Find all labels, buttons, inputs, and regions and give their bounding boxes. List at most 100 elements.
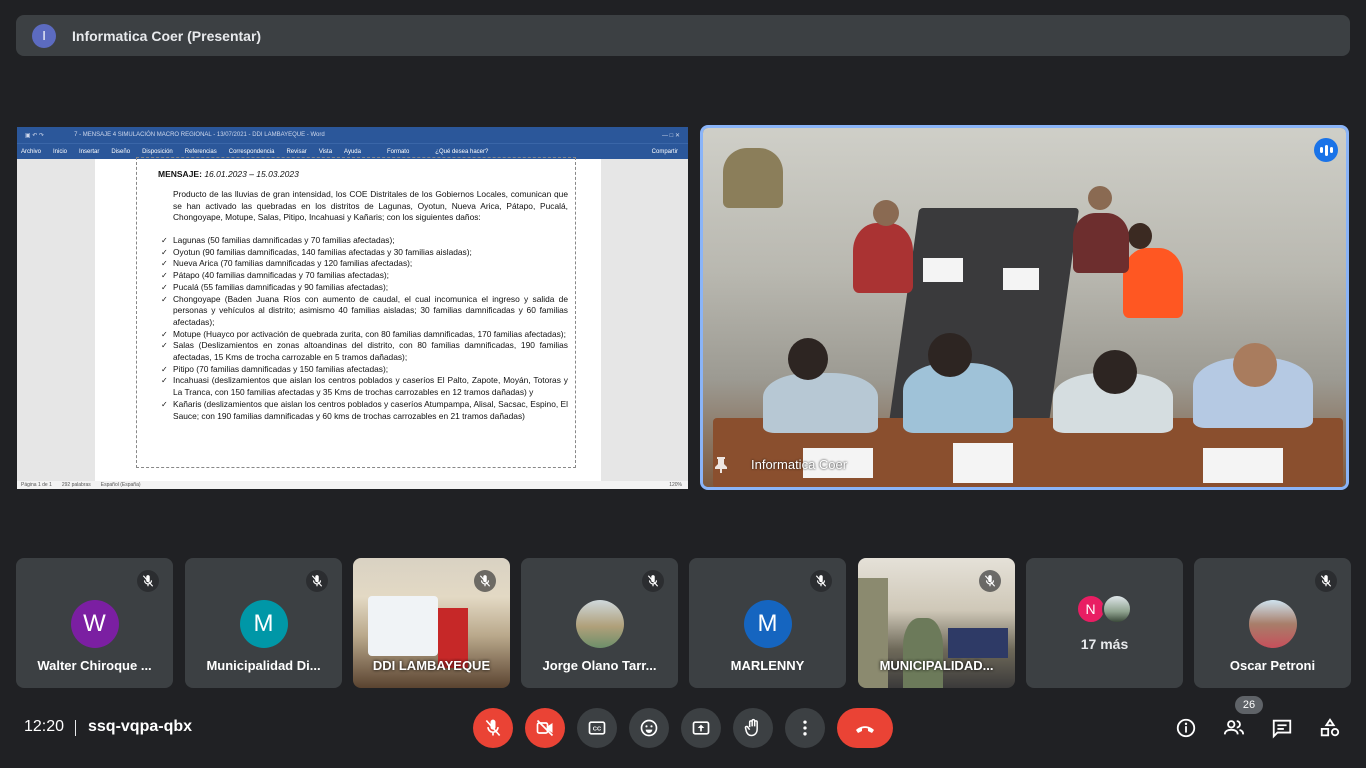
meeting-details-button[interactable] [1174, 716, 1198, 740]
camera-video [703, 128, 1346, 487]
speaking-indicator-icon [1314, 138, 1338, 162]
status-words: 292 palabras [61, 482, 91, 488]
chat-icon [1272, 719, 1292, 739]
participant-name: Jorge Olano Tarr... [542, 658, 657, 673]
person-head [788, 338, 828, 380]
ribbon-tab: Insertar [79, 148, 100, 155]
ribbon-tab: Referencias [184, 148, 217, 155]
person-head [1233, 343, 1277, 387]
person [763, 373, 878, 433]
person-head [928, 333, 972, 377]
reactions-button[interactable] [629, 708, 669, 748]
participant-name: Walter Chiroque ... [37, 658, 152, 673]
participant-tile[interactable]: M Municipalidad Di... [185, 558, 342, 688]
list-item: Kañaris (deslizamientos que aislan los c… [161, 399, 568, 422]
list-item: Pátapo (40 familias damnificadas y 70 fa… [161, 270, 568, 282]
participant-tile[interactable]: MUNICIPALIDAD... [858, 558, 1015, 688]
mic-off-icon [979, 570, 1001, 592]
participant-name: Oscar Petroni [1229, 658, 1316, 673]
list-item: Oyotun (90 familias damnificadas, 140 fa… [161, 247, 568, 259]
ribbon-tell-me: ¿Qué desea hacer? [435, 148, 489, 155]
mic-off-icon [810, 570, 832, 592]
leave-call-button[interactable] [837, 708, 893, 748]
list-item: Lagunas (50 familias damnificadas y 70 f… [161, 235, 568, 247]
message-heading: MENSAJE: 16.01.2023 – 15.03.2023 [158, 169, 299, 179]
list-item: Pitipo (70 familias damnificadas y 150 f… [161, 364, 568, 376]
camera-participant-name: Informatica Coer [751, 457, 848, 472]
mic-off-icon [137, 570, 159, 592]
person [903, 618, 943, 688]
present-button[interactable] [681, 708, 721, 748]
participant-tile[interactable]: DDI LAMBAYEQUE [353, 558, 510, 688]
more-participants-tile[interactable]: N 17 más [1026, 558, 1183, 688]
participants-count-badge: 26 [1235, 696, 1263, 714]
captions-button[interactable]: CC [577, 708, 617, 748]
presenter-title: Informatica Coer (Presentar) [72, 27, 262, 44]
paper [923, 258, 963, 282]
ribbon-tab: Diseño [111, 148, 131, 155]
avatar: M [239, 600, 288, 648]
camera-tile[interactable]: Informatica Coer [700, 125, 1349, 490]
raise-hand-button[interactable] [733, 708, 773, 748]
presenter-bar[interactable]: I Informatica Coer (Presentar) [16, 15, 1350, 56]
damage-list: Lagunas (50 familias damnificadas y 70 f… [161, 235, 568, 422]
camera-toggle-button[interactable] [525, 708, 565, 748]
person [723, 148, 783, 208]
list-item: Incahuasi (deslizamientos que aislan los… [161, 375, 568, 398]
status-page: Página 1 de 1 [21, 482, 52, 488]
person-head [1093, 350, 1137, 394]
meeting-code: ssq-vqpa-qbx [88, 718, 193, 735]
avatar [575, 600, 624, 648]
more-avatars: N [1075, 594, 1132, 624]
avatar: M [743, 600, 792, 648]
ribbon-tab: Vista [318, 148, 333, 155]
avatar [1101, 594, 1132, 624]
participant-tile[interactable]: Oscar Petroni [1194, 558, 1351, 688]
mic-off-icon [306, 570, 328, 592]
more-vert-icon [803, 720, 807, 736]
message-label: MENSAJE: [158, 169, 202, 179]
more-options-button[interactable] [785, 708, 825, 748]
hang-up-icon [856, 726, 874, 733]
word-title-bar: ▣ ↶ ↷ 7 - MENSAJE 4 SIMULACIÓN MACRO REG… [17, 127, 688, 143]
pin-icon[interactable] [715, 457, 727, 473]
paper [953, 443, 1013, 483]
mic-off-icon [642, 570, 664, 592]
person-head [873, 200, 899, 226]
participant-name: MARLENNY [730, 658, 805, 673]
list-item: Pucalá (55 familias damnificadas y 90 fa… [161, 282, 568, 294]
list-item: Nueva Arica (70 familias damnificadas y … [161, 258, 568, 270]
participant-tile[interactable]: Jorge Olano Tarr... [521, 558, 678, 688]
person-head [1088, 186, 1112, 210]
status-language: Español (España) [100, 482, 141, 488]
paper [1203, 448, 1283, 483]
presentation-tile[interactable]: ▣ ↶ ↷ 7 - MENSAJE 4 SIMULACIÓN MACRO REG… [17, 127, 688, 489]
list-item: Salas (Deslizamientos en zonas altoandin… [161, 340, 568, 363]
participant-name: Municipalidad Di... [206, 658, 321, 673]
ribbon-tab: Inicio [53, 148, 68, 155]
person [1073, 213, 1129, 273]
activities-icon [1320, 718, 1340, 737]
person [1123, 248, 1183, 318]
word-status-bar: Página 1 de 1 292 palabras Español (Espa… [17, 481, 688, 489]
meeting-table [948, 628, 1008, 658]
participant-tile[interactable]: M MARLENNY [689, 558, 846, 688]
person [853, 223, 913, 293]
ribbon-tab: Correspondencia [228, 148, 275, 155]
ribbon-tab: Formato [386, 148, 410, 155]
clock: 12:20 [24, 718, 65, 735]
avatar [1248, 600, 1297, 648]
emoji-icon [640, 719, 658, 737]
chat-button[interactable] [1270, 716, 1294, 740]
ribbon-tab: Revisar [286, 148, 307, 155]
list-item: Chongoyape (Baden Juana Ríos con aumento… [161, 294, 568, 329]
message-dates: 16.01.2023 – 15.03.2023 [204, 169, 299, 179]
participant-tile[interactable]: W Walter Chiroque ... [16, 558, 173, 688]
mic-toggle-button[interactable] [473, 708, 513, 748]
activities-button[interactable] [1318, 716, 1342, 740]
word-quick-access: ▣ ↶ ↷ [25, 132, 45, 139]
divider [75, 720, 76, 736]
people-button[interactable] [1222, 716, 1246, 740]
message-intro: Producto de las lluvias de gran intensid… [173, 189, 568, 223]
speaking-bar [1324, 144, 1328, 156]
